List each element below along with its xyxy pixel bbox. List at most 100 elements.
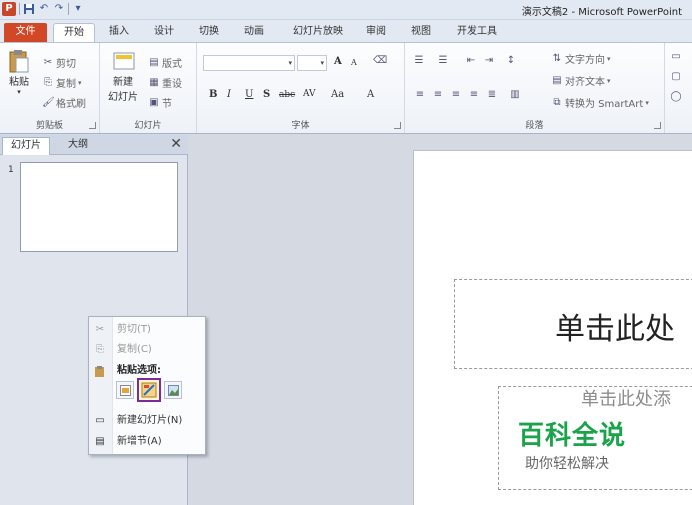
- numbering-icon: ☰: [438, 55, 448, 66]
- align-left-icon: ≡: [415, 89, 425, 100]
- font-size-combo[interactable]: ▾: [297, 55, 327, 71]
- paragraph-group: ☰ ☰ ⇤ ⇥ ↕ ≡ ≡ ≡ ≡ ≣ ▥ ⇅ 文字方向 ▾ ▤ 对齐文本 ▾ …: [405, 43, 665, 133]
- align-left-button[interactable]: ≡: [414, 89, 426, 100]
- tab-insert[interactable]: 插入: [103, 23, 135, 42]
- clipboard-launcher-icon[interactable]: [89, 122, 96, 129]
- text-direction-label: 文字方向: [565, 55, 605, 66]
- paragraph-launcher-icon[interactable]: [654, 122, 661, 129]
- powerpoint-app-icon[interactable]: P: [2, 2, 16, 16]
- strikethrough-button[interactable]: abc: [279, 90, 295, 100]
- clipboard-icon: [94, 365, 106, 377]
- section-button[interactable]: ▣ 节: [148, 95, 172, 110]
- title-placeholder-text: 单击此处: [555, 312, 675, 347]
- font-launcher-icon[interactable]: [394, 122, 401, 129]
- bold-button[interactable]: B: [209, 89, 217, 100]
- format-painter-button[interactable]: 🖌 格式刷: [42, 95, 86, 110]
- paste-use-destination-theme-icon[interactable]: [116, 381, 134, 399]
- customize-qat-icon[interactable]: ▾: [72, 3, 84, 15]
- copy-button[interactable]: ⎘ 复制 ▾: [42, 75, 82, 90]
- italic-button[interactable]: I: [227, 89, 231, 100]
- font-color-button[interactable]: A: [367, 89, 374, 100]
- rounded-shape-icon[interactable]: ▢: [670, 71, 682, 82]
- tab-slides[interactable]: 幻灯片: [2, 137, 50, 155]
- slides-group: 新建 幻灯片 ▤ 版式 ▦ 重设 ▣ 节 幻灯片: [100, 43, 197, 133]
- smartart-icon: ⧉: [553, 97, 561, 108]
- align-center-button[interactable]: ≡: [432, 89, 444, 100]
- paste-keep-source-formatting-icon[interactable]: [137, 378, 161, 402]
- decrease-indent-button[interactable]: ⇤: [465, 55, 477, 66]
- paste-dropdown-icon[interactable]: ▾: [4, 88, 34, 96]
- underline-button[interactable]: U: [245, 89, 253, 100]
- columns-icon: ▥: [510, 89, 520, 100]
- title-placeholder[interactable]: 单击此处: [454, 279, 692, 369]
- clear-format-button[interactable]: ⌫: [373, 55, 387, 66]
- bullets-button[interactable]: ☰: [413, 55, 425, 66]
- menu-item-copy[interactable]: ⎘ 复制(C): [89, 341, 205, 359]
- font-size-dropdown-icon[interactable]: ▾: [320, 59, 324, 67]
- smartart-dropdown-icon[interactable]: ▾: [645, 99, 649, 107]
- menu-item-new-slide[interactable]: ▭ 新建幻灯片(N): [89, 412, 205, 430]
- tab-review[interactable]: 审阅: [360, 23, 392, 42]
- paste-picture-icon[interactable]: [164, 381, 182, 399]
- slides-group-label: 幻灯片: [134, 121, 162, 131]
- tab-view[interactable]: 视图: [405, 23, 437, 42]
- convert-smartart-button[interactable]: ⧉ 转换为 SmartArt ▾: [551, 95, 649, 110]
- undo-icon[interactable]: ↶: [38, 3, 50, 15]
- tab-transitions[interactable]: 切换: [193, 23, 225, 42]
- menu-item-cut[interactable]: ✂ 剪切(T): [89, 321, 205, 339]
- format-painter-label: 格式刷: [56, 99, 86, 110]
- align-text-button[interactable]: ▤ 对齐文本 ▾: [551, 73, 611, 88]
- shadow-button[interactable]: S: [263, 89, 270, 100]
- text-direction-button[interactable]: ⇅ 文字方向 ▾: [551, 51, 611, 66]
- slide-thumbnail[interactable]: [20, 162, 178, 252]
- bullets-icon: ☰: [414, 55, 424, 66]
- tab-outline[interactable]: 大纲: [54, 137, 102, 155]
- copy-dropdown-icon[interactable]: ▾: [78, 79, 82, 87]
- close-panel-icon[interactable]: ✕: [170, 136, 182, 152]
- grow-font-button[interactable]: A: [334, 56, 342, 67]
- window-title: 演示文稿2 - Microsoft PowerPoint: [521, 7, 682, 18]
- paste-label: 粘贴: [9, 77, 29, 88]
- numbering-button[interactable]: ☰: [437, 55, 449, 66]
- distribute-button[interactable]: ≣: [486, 89, 498, 100]
- save-icon[interactable]: [23, 3, 35, 15]
- new-section-icon: ▤: [95, 436, 105, 447]
- char-spacing-button[interactable]: AV: [303, 89, 316, 99]
- tab-slideshow[interactable]: 幻灯片放映: [283, 23, 353, 42]
- cut-button[interactable]: ✂ 剪切: [42, 55, 76, 70]
- line-spacing-button[interactable]: ↕: [505, 55, 517, 66]
- copy-icon: ⎘: [96, 344, 104, 355]
- font-name-dropdown-icon[interactable]: ▾: [288, 59, 292, 67]
- textbox-shape-icon: ▭: [671, 51, 681, 62]
- tab-file[interactable]: 文件: [4, 23, 47, 42]
- shrink-font-button[interactable]: A: [351, 58, 357, 67]
- shape-gallery-icon[interactable]: ▭: [670, 51, 682, 62]
- distribute-icon: ≣: [487, 89, 497, 100]
- menu-item-new-section[interactable]: ▤ 新增节(A): [89, 433, 205, 451]
- context-menu: ✂ 剪切(T) ⎘ 复制(C) 粘贴选项: ▭ 新建幻灯片(N) ▤ 新增节(A…: [88, 316, 206, 455]
- smartart-label: 转换为 SmartArt: [565, 99, 644, 110]
- shape-icon[interactable]: ◯: [670, 91, 682, 102]
- tab-home[interactable]: 开始: [53, 23, 95, 42]
- new-slide-button[interactable]: 新建 幻灯片: [103, 49, 143, 103]
- reset-button[interactable]: ▦ 重设: [148, 75, 182, 90]
- align-text-dropdown-icon[interactable]: ▾: [607, 77, 611, 85]
- tab-design[interactable]: 设计: [148, 23, 180, 42]
- reset-icon: ▦: [149, 77, 159, 88]
- redo-icon[interactable]: ↷: [53, 3, 65, 15]
- change-case-button[interactable]: Aa: [331, 89, 344, 100]
- copy-icon: ⎘: [44, 77, 52, 88]
- justify-button[interactable]: ≡: [468, 89, 480, 100]
- align-right-button[interactable]: ≡: [450, 89, 462, 100]
- increase-indent-button[interactable]: ⇥: [483, 55, 495, 66]
- tab-animations[interactable]: 动画: [238, 23, 270, 42]
- tab-developer[interactable]: 开发工具: [450, 23, 504, 42]
- text-direction-dropdown-icon[interactable]: ▾: [607, 55, 611, 63]
- columns-button[interactable]: ▥: [509, 89, 521, 100]
- title-bar: P ↶ ↷ ▾ 演示文稿2 - Microsoft PowerPoint: [0, 0, 692, 20]
- font-name-combo[interactable]: ▾: [203, 55, 295, 71]
- qat-separator: [19, 3, 20, 15]
- paste-button[interactable]: 粘贴 ▾: [4, 49, 34, 96]
- scissors-icon: ✂: [43, 57, 53, 68]
- layout-button[interactable]: ▤ 版式: [148, 55, 182, 70]
